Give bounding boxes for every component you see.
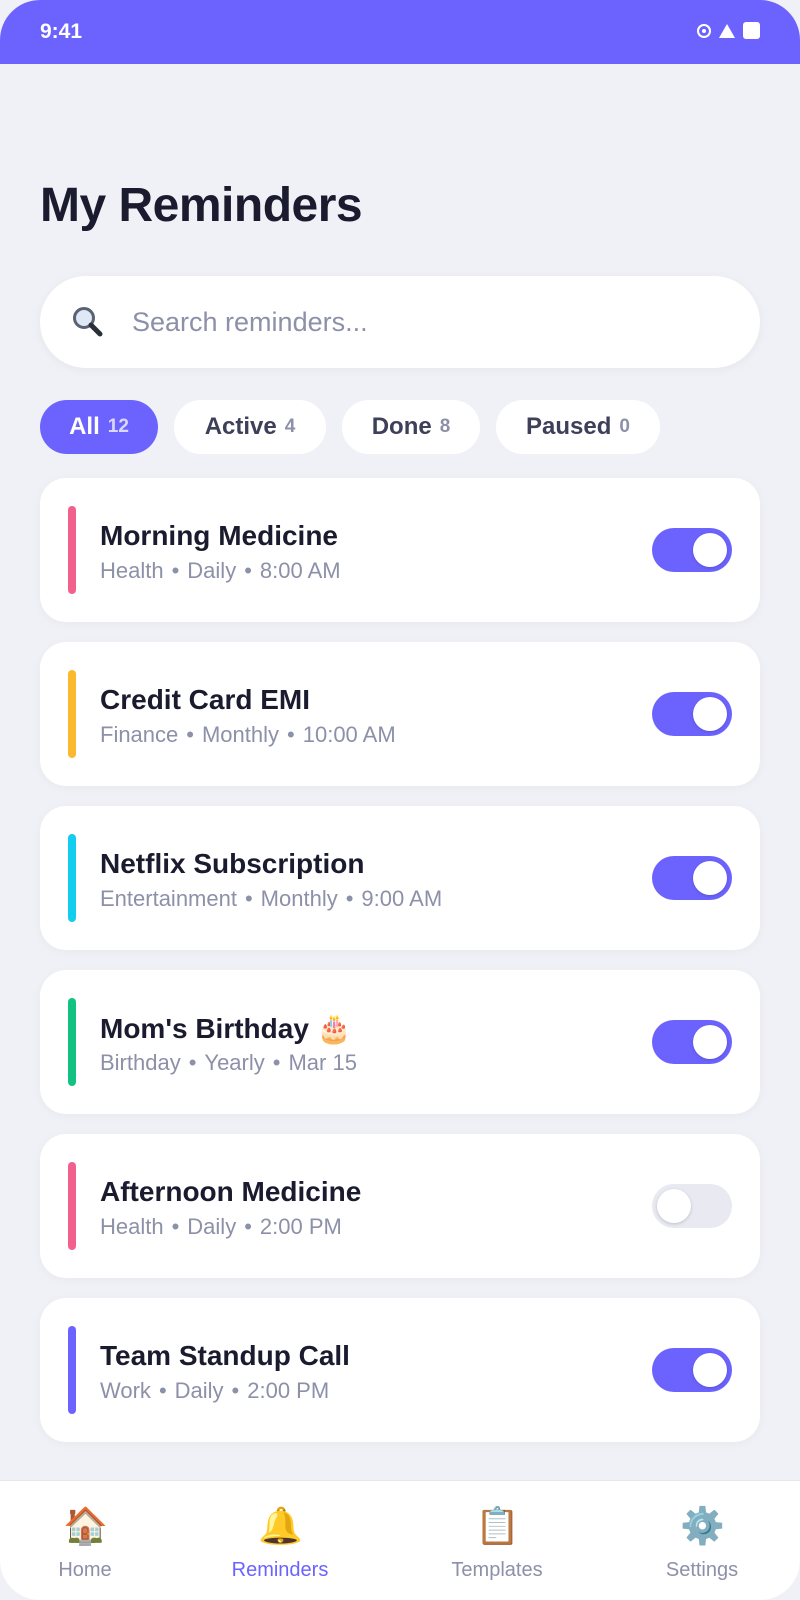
nav-item-home[interactable]: 🏠 Home: [5, 1505, 165, 1582]
toggle-knob: [693, 1025, 727, 1059]
reminder-meta: Entertainment • Monthly • 9:00 AM: [100, 886, 443, 911]
filter-chip-label: All: [69, 413, 100, 440]
reminder-meta: Work • Daily • 2:00 PM: [100, 1378, 330, 1403]
reminder-toggle[interactable]: [652, 692, 732, 736]
filter-chip-label: Done: [371, 413, 432, 440]
search-icon: [73, 307, 103, 337]
reminder-card[interactable]: Credit Card EMI Finance • Monthly • 10:00 AM: [40, 642, 760, 786]
category-color-bar: [68, 1326, 76, 1414]
filter-chip-active[interactable]: Active 4: [174, 400, 326, 454]
home-icon: 🏠: [63, 1506, 108, 1547]
reminder-card[interactable]: Team Standup Call Work • Daily • 2:00 PM: [40, 1298, 760, 1442]
reminder-title: Credit Card EMI: [100, 684, 311, 715]
gear-icon: ⚙️: [680, 1506, 725, 1547]
category-color-bar: [68, 670, 76, 758]
reminder-toggle[interactable]: [652, 1020, 732, 1064]
clipboard-icon: 📋: [475, 1506, 520, 1547]
status-icons: [697, 22, 760, 39]
reminder-title: Team Standup Call: [100, 1340, 350, 1371]
reminder-toggle[interactable]: [652, 528, 732, 572]
reminder-title: Mom's Birthday 🎂: [100, 1013, 352, 1044]
bell-icon: 🔔: [258, 1506, 303, 1547]
reminder-card[interactable]: Mom's Birthday 🎂 Birthday • Yearly • Mar 15: [40, 970, 760, 1114]
search-input[interactable]: [132, 296, 732, 348]
reminder-frequency: Monthly: [260, 886, 338, 911]
reminder-frequency: Daily: [187, 1214, 237, 1239]
reminder-frequency: Daily: [187, 558, 237, 583]
reminder-toggle[interactable]: [652, 856, 732, 900]
toggle-knob: [693, 533, 727, 567]
toggle-knob: [693, 697, 727, 731]
reminder-frequency: Monthly: [201, 722, 280, 747]
reminder-category: Work: [100, 1378, 151, 1403]
reminder-card[interactable]: Netflix Subscription Entertainment • Month…: [40, 806, 760, 950]
status-bar: 9:41: [0, 0, 800, 64]
reminder-category: Birthday: [100, 1050, 181, 1075]
reminder-time: 10:00 AM: [302, 722, 396, 747]
reminder-time: 9:00 AM: [361, 886, 443, 911]
reminder-meta: Birthday • Yearly • Mar 15: [100, 1050, 357, 1075]
reminder-toggle[interactable]: [652, 1184, 732, 1228]
battery-icon: [743, 22, 760, 39]
reminder-card[interactable]: Afternoon Medicine Health • Daily • 2:00 PM: [40, 1134, 760, 1278]
filter-chip-count: 4: [284, 416, 296, 437]
reminder-title: Afternoon Medicine: [100, 1176, 362, 1207]
reminder-category: Health: [100, 558, 164, 583]
nav-item-reminders[interactable]: 🔔 Reminders: [200, 1505, 360, 1582]
signal-icon: [719, 23, 735, 38]
nav-item-settings[interactable]: ⚙️ Settings: [622, 1505, 782, 1582]
reminder-title: Netflix Subscription: [100, 848, 365, 879]
reminder-category: Finance: [100, 722, 179, 747]
toggle-knob: [693, 861, 727, 895]
reminder-card[interactable]: Morning Medicine Health • Daily • 8:00 AM: [40, 478, 760, 622]
nav-item-templates[interactable]: 📋 Templates: [417, 1505, 577, 1582]
reminder-meta: Finance • Monthly • 10:00 AM: [100, 722, 396, 747]
nav-label: Home: [58, 1559, 112, 1581]
filter-chip-label: Paused: [526, 413, 612, 440]
category-color-bar: [68, 506, 76, 594]
reminder-time: 2:00 PM: [247, 1378, 330, 1403]
page-title: My Reminders: [40, 179, 363, 232]
location-icon: [697, 23, 711, 38]
filter-chip-count: 8: [439, 416, 451, 437]
filter-chip-count: 12: [107, 416, 129, 437]
filter-chip-paused[interactable]: Paused 0: [496, 400, 660, 454]
reminder-frequency: Yearly: [204, 1050, 265, 1075]
filter-chip-all[interactable]: All 12: [40, 400, 158, 454]
reminder-toggle[interactable]: [652, 1348, 732, 1392]
nav-label: Templates: [451, 1559, 543, 1581]
reminder-category: Entertainment: [100, 886, 237, 911]
filter-chip-count: 0: [619, 416, 630, 437]
toggle-knob: [657, 1189, 691, 1223]
reminder-category: Health: [100, 1214, 164, 1239]
nav-label: Settings: [665, 1559, 739, 1581]
toggle-knob: [693, 1353, 727, 1387]
reminder-meta: Health • Daily • 2:00 PM: [100, 1214, 342, 1239]
category-color-bar: [68, 1162, 76, 1250]
search-bar[interactable]: [40, 276, 760, 368]
reminder-frequency: Daily: [174, 1378, 224, 1403]
category-color-bar: [68, 834, 76, 922]
category-color-bar: [68, 998, 76, 1086]
reminder-time: 8:00 AM: [259, 558, 341, 583]
reminder-time: Mar 15: [288, 1050, 357, 1075]
reminder-title: Morning Medicine: [100, 520, 338, 551]
bottom-nav: 🏠 Home 🔔 Reminders 📋 Templates ⚙️ Settin…: [0, 1480, 800, 1600]
status-time: 9:41: [40, 20, 83, 43]
nav-label: Reminders: [231, 1559, 329, 1581]
filter-chip-done[interactable]: Done 8: [342, 400, 480, 454]
reminder-meta: Health • Daily • 8:00 AM: [100, 558, 341, 583]
filter-chip-label: Active: [204, 413, 277, 440]
reminder-time: 2:00 PM: [259, 1214, 342, 1239]
